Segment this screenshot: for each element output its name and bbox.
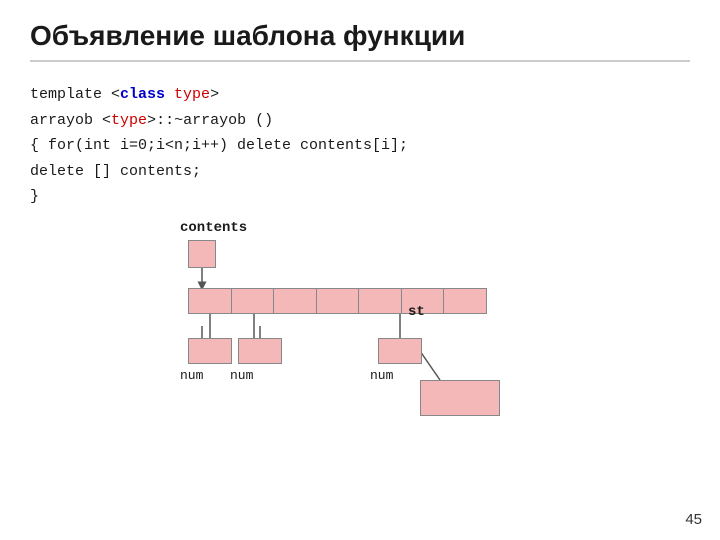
page-number: 45 xyxy=(685,511,702,528)
code-line-4: delete [] contents; xyxy=(30,159,690,185)
code-arrayob-suffix: ::~arrayob () xyxy=(156,112,273,129)
code-arrayob-prefix: arrayob xyxy=(30,112,102,129)
array-row xyxy=(188,288,486,314)
code-template-keyword: template xyxy=(30,86,111,103)
code-angle-open: < xyxy=(111,86,120,103)
ptr-box-top xyxy=(188,240,216,268)
sub-box-num1 xyxy=(188,338,232,364)
code-line-2: arrayob <type>::~arrayob () xyxy=(30,108,690,134)
array-cell-4 xyxy=(358,288,402,314)
slide-title: Объявление шаблона функции xyxy=(30,20,690,62)
code-type-bracket-close: > xyxy=(147,112,156,129)
code-type-param: type xyxy=(174,86,210,103)
array-cell-6 xyxy=(443,288,487,314)
label-num2: num xyxy=(230,368,253,383)
code-line-5: } xyxy=(30,184,690,210)
code-class-keyword: class xyxy=(120,86,174,103)
array-cell-3 xyxy=(316,288,360,314)
sub-box-num3 xyxy=(378,338,422,364)
array-cell-1 xyxy=(231,288,275,314)
label-contents: contents xyxy=(180,220,247,236)
array-cell-2 xyxy=(273,288,317,314)
slide: Объявление шаблона функции template <cla… xyxy=(0,0,720,540)
code-type-bracket: < xyxy=(102,112,111,129)
code-block: template <class type> arrayob <type>::~a… xyxy=(30,82,690,210)
array-cell-0 xyxy=(188,288,232,314)
label-st: st xyxy=(408,304,425,320)
code-line-1: template <class type> xyxy=(30,82,690,108)
bottom-box xyxy=(420,380,500,416)
label-num3: num xyxy=(370,368,393,383)
label-num1: num xyxy=(180,368,203,383)
code-type-keyword: type xyxy=(111,112,147,129)
diagram: contents st num num num xyxy=(120,220,680,420)
code-angle-close: > xyxy=(210,86,219,103)
code-line-3: { for(int i=0;i<n;i++) delete contents[i… xyxy=(30,133,690,159)
sub-box-num2 xyxy=(238,338,282,364)
